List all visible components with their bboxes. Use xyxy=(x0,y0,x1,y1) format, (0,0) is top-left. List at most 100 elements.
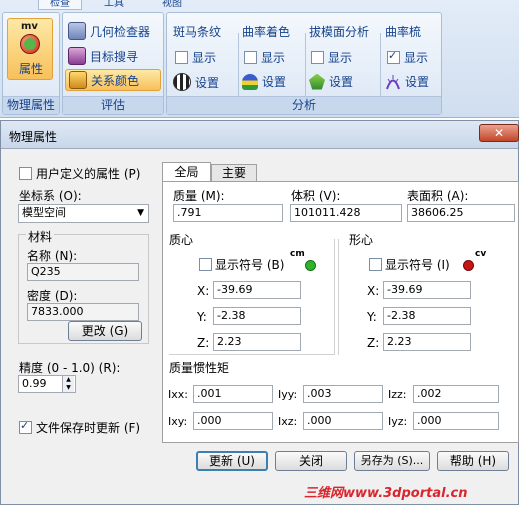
change-material-button[interactable]: 更改 (G) xyxy=(68,321,142,341)
curvature-shading-settings-button[interactable]: 设置 xyxy=(242,73,286,90)
group-label-evaluate: 评估 xyxy=(63,96,163,114)
ribbon-tab-tools[interactable]: 工具 xyxy=(92,0,136,10)
ixy-label: Ixy: xyxy=(168,415,188,428)
mass-badge: mv xyxy=(21,21,38,32)
precision-label: 精度 (0 - 1.0) (R): xyxy=(19,361,121,375)
curvature-comb-show-toggle[interactable]: 显示 xyxy=(387,49,428,66)
center-of-mass-icon xyxy=(305,260,316,271)
group-mass-properties: mv 属性 物理属性 xyxy=(2,12,60,115)
update-on-save-checkbox[interactable] xyxy=(19,419,32,434)
ribbon-tab-view[interactable]: 视图 xyxy=(150,0,194,10)
draft-face-analysis-title: 拔模面分析 xyxy=(309,25,370,39)
relation-colors-icon xyxy=(69,71,87,89)
iyy-label: Iyy: xyxy=(278,388,298,401)
update-on-save-toggle[interactable]: 文件保存时更新 (F) xyxy=(19,419,140,436)
help-button[interactable]: 帮助 (H) xyxy=(437,451,509,471)
close-button[interactable]: 关闭 xyxy=(275,451,347,471)
cov-x-label: X: xyxy=(367,284,380,298)
ixy-field[interactable]: .000 xyxy=(193,412,273,430)
group-analysis: 斑马条纹 显示 设置 曲率着色 显示 设置 拔模面分析 显示 设置 曲率梳 显示… xyxy=(166,12,442,115)
cov-show-symbol-checkbox[interactable] xyxy=(369,258,382,271)
cog-x-field[interactable]: -39.69 xyxy=(213,281,301,299)
zebra-show-label: 显示 xyxy=(192,51,217,65)
cov-y-label: Y: xyxy=(367,310,377,324)
mass-field[interactable]: .791 xyxy=(173,204,283,222)
surface-area-field[interactable]: 38606.25 xyxy=(407,204,515,222)
geometry-checker-button[interactable]: 几何检查器 xyxy=(68,22,150,40)
draft-face-show-checkbox[interactable] xyxy=(311,51,324,64)
curvature-comb-settings-label: 设置 xyxy=(405,75,430,89)
goal-seek-label: 目标搜寻 xyxy=(90,49,139,64)
curvature-comb-show-checkbox[interactable] xyxy=(387,49,400,64)
relation-colors-label: 关系颜色 xyxy=(91,73,140,88)
draft-face-show-toggle[interactable]: 显示 xyxy=(311,49,352,66)
ixx-label: Ixx: xyxy=(168,388,188,401)
curvature-shading-show-label: 显示 xyxy=(261,51,286,65)
ribbon-tab-inspect[interactable]: 检查 xyxy=(38,0,82,10)
zebra-icon xyxy=(173,73,191,91)
curvature-comb-icon xyxy=(385,74,401,90)
curvature-comb-title: 曲率梳 xyxy=(385,25,422,39)
izz-field[interactable]: .002 xyxy=(413,385,499,403)
material-name-label: 名称 (N): xyxy=(27,249,78,263)
cog-z-field[interactable]: 2.23 xyxy=(213,333,301,351)
cov-symbol-label: cv xyxy=(475,249,487,259)
update-button[interactable]: 更新 (U) xyxy=(196,451,268,471)
curvature-shading-settings-label: 设置 xyxy=(262,75,287,89)
tab-global[interactable]: 全局 xyxy=(162,162,211,182)
zebra-settings-button[interactable]: 设置 xyxy=(173,73,219,91)
volume-field[interactable]: 101011.428 xyxy=(290,204,402,222)
volume-label: 体积 (V): xyxy=(291,189,341,203)
physical-properties-dialog: 物理属性 ✕ 用户定义的属性 (P) 坐标系 (O): 模型空间 ▼ 材料 名称… xyxy=(0,120,519,505)
surface-area-label: 表面积 (A): xyxy=(407,189,469,203)
iyy-field[interactable]: .003 xyxy=(303,385,383,403)
iyz-field[interactable]: .000 xyxy=(413,412,499,430)
iyz-label: Iyz: xyxy=(388,415,408,428)
curvature-shading-show-checkbox[interactable] xyxy=(244,51,257,64)
mass-properties-label: 属性 xyxy=(18,62,43,76)
coordinate-system-select[interactable]: 模型空间 ▼ xyxy=(18,204,149,223)
ribbon-tab-0[interactable] xyxy=(4,0,38,10)
zebra-show-checkbox[interactable] xyxy=(175,51,188,64)
dialog-title: 物理属性 xyxy=(9,130,58,144)
analysis-separator xyxy=(238,33,239,103)
zebra-show-toggle[interactable]: 显示 xyxy=(175,49,216,66)
group-divider xyxy=(338,239,339,355)
draft-face-settings-button[interactable]: 设置 xyxy=(309,73,353,90)
group-evaluate: 几何检查器 目标搜寻 关系颜色 评估 xyxy=(62,12,164,115)
goal-seek-button[interactable]: 目标搜寻 xyxy=(68,47,138,65)
ixz-field[interactable]: .000 xyxy=(303,412,383,430)
relation-colors-button[interactable]: 关系颜色 xyxy=(65,69,161,91)
material-group-title: 材料 xyxy=(26,228,55,245)
cov-show-symbol-toggle[interactable]: 显示符号 (I) xyxy=(369,256,450,273)
precision-spinner[interactable]: 0.99 ▲ ▼ xyxy=(18,375,76,393)
mass-label: 质量 (M): xyxy=(173,189,225,203)
cog-z-label: Z: xyxy=(197,336,210,350)
cov-x-field[interactable]: -39.69 xyxy=(383,281,471,299)
cog-x-label: X: xyxy=(197,284,210,298)
user-defined-toggle[interactable]: 用户定义的属性 (P) xyxy=(19,165,140,182)
cog-symbol-label: cm xyxy=(290,249,305,259)
curvature-comb-settings-button[interactable]: 设置 xyxy=(385,73,429,90)
chevron-down-icon: ▼ xyxy=(137,208,144,218)
ixx-field[interactable]: .001 xyxy=(193,385,273,403)
cog-y-field[interactable]: -2.38 xyxy=(213,307,301,325)
analysis-separator xyxy=(305,33,306,103)
mass-properties-button[interactable]: mv 属性 xyxy=(7,18,53,80)
save-as-button[interactable]: 另存为 (S)... xyxy=(354,451,430,471)
user-defined-checkbox[interactable] xyxy=(19,167,32,180)
coordinate-system-value: 模型空间 xyxy=(22,206,66,219)
spinner-arrows-icon[interactable]: ▲ ▼ xyxy=(62,376,74,392)
analysis-separator xyxy=(380,33,381,103)
curvature-shading-show-toggle[interactable]: 显示 xyxy=(244,49,285,66)
group-label-analysis: 分析 xyxy=(167,96,441,114)
cov-z-field[interactable]: 2.23 xyxy=(383,333,471,351)
close-icon[interactable]: ✕ xyxy=(479,124,519,142)
curvature-comb-show-label: 显示 xyxy=(404,51,429,65)
cog-show-symbol-toggle[interactable]: 显示符号 (B) xyxy=(199,256,284,273)
tab-principal[interactable]: 主要 xyxy=(211,164,257,182)
dialog-titlebar[interactable]: 物理属性 ✕ xyxy=(1,121,519,149)
cog-show-symbol-checkbox[interactable] xyxy=(199,258,212,271)
curvature-shading-title: 曲率着色 xyxy=(242,25,291,39)
cov-y-field[interactable]: -2.38 xyxy=(383,307,471,325)
